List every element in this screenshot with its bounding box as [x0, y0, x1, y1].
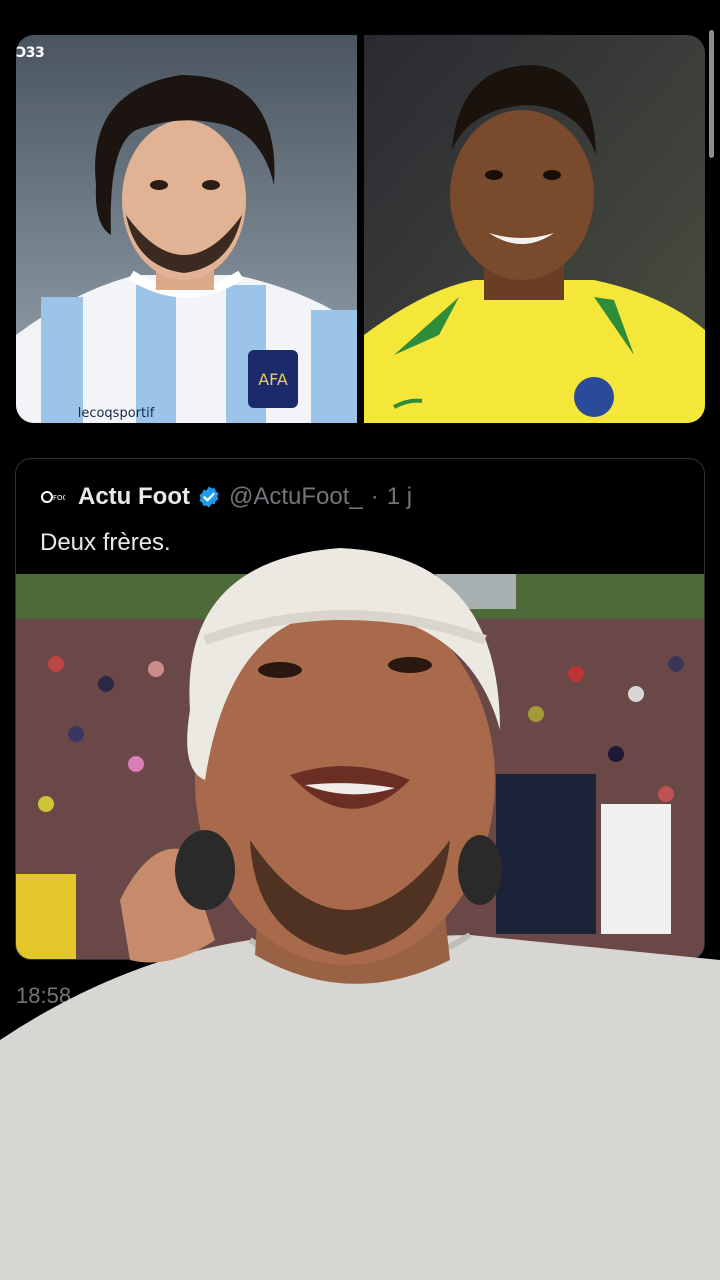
selfie-person — [0, 548, 720, 1280]
image-watermark: Ɔ33 — [16, 45, 45, 61]
svg-text:AFA: AFA — [258, 370, 288, 389]
scrollbar[interactable] — [709, 30, 714, 158]
player-argentina-photo: AFA lecoqsportif — [16, 35, 357, 423]
author-handle[interactable]: @ActuFoot_ — [229, 483, 363, 511]
post-media-grid[interactable]: AFA lecoqsportif Ɔ33 — [16, 35, 705, 423]
screen: AFA lecoqsportif Ɔ33 FO Actu Foot @ActuF… — [0, 0, 720, 1280]
player-brazil-photo — [364, 35, 705, 423]
media-photo-left[interactable]: AFA lecoqsportif Ɔ33 — [16, 35, 357, 423]
tweet-age[interactable]: 1 j — [387, 483, 412, 511]
author-avatar[interactable]: FOOT — [40, 484, 66, 510]
svg-text:lecoqsportif: lecoqsportif — [78, 406, 155, 421]
verified-badge-icon — [199, 486, 219, 508]
actufoot-logo-icon: FOOT — [41, 491, 65, 503]
media-photo-right[interactable] — [364, 35, 705, 423]
quoted-tweet-header: FOOT Actu Foot @ActuFoot_ · 1 j — [40, 483, 412, 511]
author-name[interactable]: Actu Foot — [78, 483, 190, 511]
selfie-video-overlay — [0, 540, 720, 1280]
header-separator: · — [370, 483, 379, 510]
svg-text:FOOT: FOOT — [53, 494, 65, 502]
